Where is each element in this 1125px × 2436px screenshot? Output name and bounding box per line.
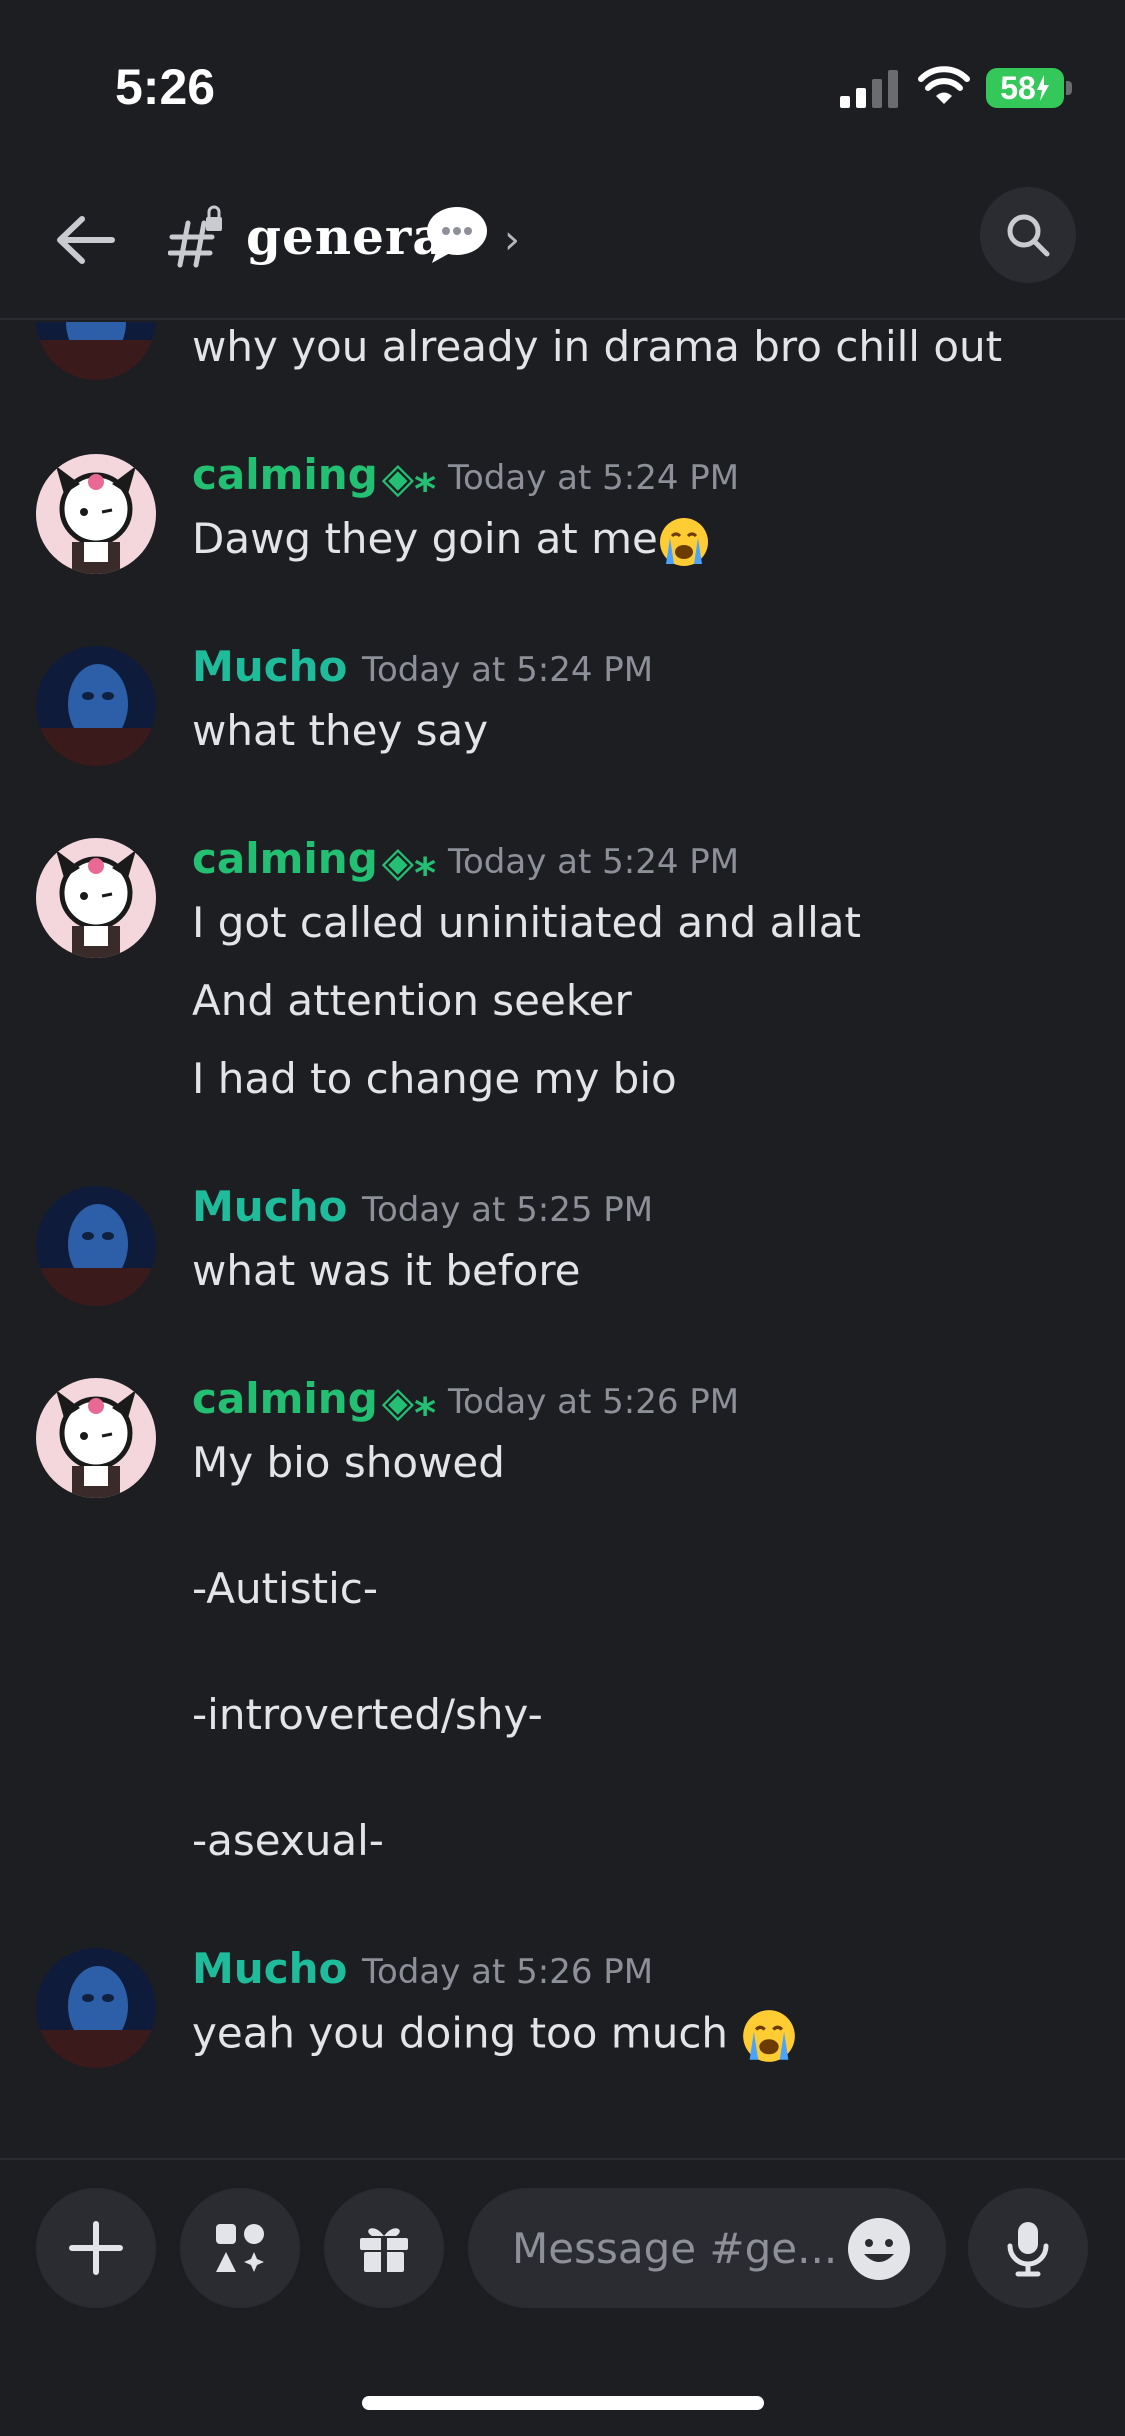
avatar-mucho[interactable] [36,1186,156,1306]
back-arrow-icon[interactable] [50,205,120,275]
message-input[interactable] [510,2218,840,2278]
status-bar: 5:26 58 [0,0,1125,175]
user-badge: ◈⁎ [381,453,437,502]
message-timestamp: Today at 5:26 PM [448,1382,740,1422]
message-text: yeah you doing too much [192,2008,797,2064]
message-list[interactable]: why you already in drama bro chill out c… [0,322,1125,2158]
message-text: why you already in drama bro chill out [192,322,1003,371]
microphone-icon [1007,2222,1049,2277]
avatar-mucho[interactable] [36,1948,156,2068]
message-text: what they say [192,706,489,755]
message-text: -asexual- [192,1816,384,1865]
message-timestamp: Today at 5:26 PM [362,1952,654,1992]
username-mucho[interactable]: Mucho [192,642,347,691]
channel-header: general › [0,175,1125,320]
message-timestamp: Today at 5:25 PM [362,1190,654,1230]
message-text: Dawg they goin at me [192,514,710,568]
avatar-calming[interactable] [36,1378,156,1498]
battery-tip [1066,81,1072,95]
channel-chevron-icon[interactable]: › [504,217,520,263]
avatar-mucho[interactable] [36,646,156,766]
apps-icon [216,2224,264,2272]
charging-bolt-icon [1036,75,1049,101]
avatar-calming[interactable] [36,838,156,958]
username-calming[interactable]: calming◈⁎ [192,834,436,886]
message-text: My bio showed [192,1438,505,1487]
username-calming[interactable]: calming◈⁎ [192,450,436,502]
user-badge: ◈⁎ [381,837,437,886]
avatar-mucho[interactable] [36,322,156,380]
battery-level: 58 [1000,69,1036,106]
gift-button[interactable] [324,2188,444,2308]
username-mucho[interactable]: Mucho [192,1182,347,1231]
message-text: what was it before [192,1246,581,1295]
loudly-crying-face-icon [659,517,708,566]
message-text: -Autistic- [192,1564,378,1613]
apps-button[interactable] [180,2188,300,2308]
message-input-container[interactable] [468,2188,946,2308]
user-badge: ◈⁎ [381,1377,437,1426]
username-calming[interactable]: calming◈⁎ [192,1374,436,1426]
status-time: 5:26 [115,59,216,115]
wifi-icon [918,66,970,104]
message-composer [0,2158,1125,2436]
home-indicator[interactable] [362,2396,764,2410]
cellular-signal-icon [840,70,898,108]
message-text: -introverted/shy- [192,1690,543,1739]
emoji-icon[interactable] [846,2216,912,2282]
attach-button[interactable] [36,2188,156,2308]
message-timestamp: Today at 5:24 PM [448,458,740,498]
message-timestamp: Today at 5:24 PM [362,650,654,690]
voice-message-button[interactable] [968,2188,1088,2308]
plus-icon [69,2221,123,2275]
battery-indicator: 58 [986,68,1064,108]
avatar-calming[interactable] [36,454,156,574]
gift-icon [360,2228,408,2272]
speech-bubble-icon [427,207,487,263]
message-timestamp: Today at 5:24 PM [448,842,740,882]
search-button[interactable] [980,187,1076,283]
search-icon [1007,214,1050,257]
channel-hash-icon [168,205,222,268]
message-text: And attention seeker [192,976,632,1025]
message-text: I had to change my bio [192,1054,677,1103]
loudly-crying-face-icon [743,2010,796,2062]
username-mucho[interactable]: Mucho [192,1944,347,1993]
message-text: I got called uninitiated and allat [192,898,861,947]
